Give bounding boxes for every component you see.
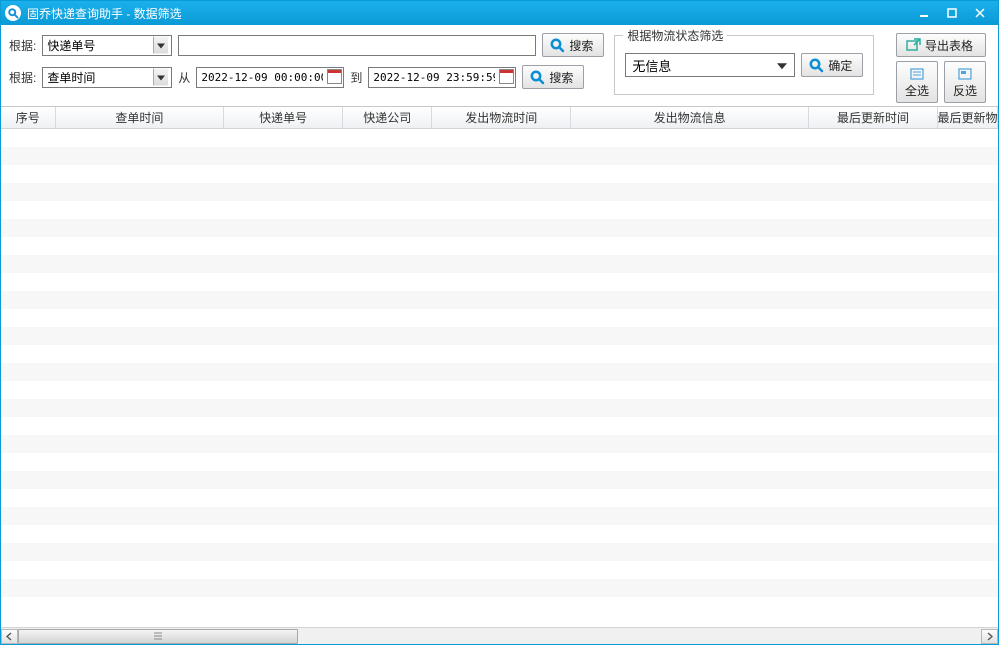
to-label: 到 [350,69,362,86]
from-label: 从 [178,69,190,86]
table-row [1,525,998,543]
scrollbar-track[interactable] [18,629,981,644]
search-button-label: 搜索 [569,37,593,54]
col-index[interactable]: 序号 [1,107,56,128]
invert-icon [957,66,973,82]
time-field-select[interactable] [42,67,172,88]
scrollbar-thumb[interactable] [18,629,298,644]
time-search-button[interactable]: 搜索 [522,65,584,89]
status-select[interactable] [625,53,795,77]
table-row [1,543,998,561]
export-button-label: 导出表格 [925,37,973,54]
table-row [1,561,998,579]
titlebar: 固乔快递查询助手 - 数据筛选 [1,1,998,25]
confirm-button[interactable]: 确定 [801,53,863,77]
table-row [1,435,998,453]
table-row [1,381,998,399]
col-lastinfo[interactable]: 最后更新物 [938,107,998,128]
table-row [1,597,998,615]
to-datetime-input[interactable] [368,67,516,88]
table-body [1,129,998,627]
basis-label: 根据: [9,37,36,54]
select-all-button[interactable]: 全选 [896,61,938,103]
select-all-icon [909,66,925,82]
invert-select-button[interactable]: 反选 [944,61,986,103]
table-row [1,579,998,597]
time-search-button-label: 搜索 [549,69,573,86]
table-row [1,255,998,273]
table-row [1,291,998,309]
table-row [1,219,998,237]
table-row [1,237,998,255]
from-datetime-input[interactable] [196,67,344,88]
maximize-icon [946,7,958,19]
col-shiptime[interactable]: 发出物流时间 [432,107,571,128]
scroll-left-button[interactable] [1,629,18,644]
window-title: 固乔快递查询助手 - 数据筛选 [27,5,182,22]
table-row [1,147,998,165]
col-company[interactable]: 快递公司 [343,107,432,128]
filter-toolbar: 根据: 搜索 根据: [1,25,998,107]
table-row [1,471,998,489]
maximize-button[interactable] [938,3,966,23]
search-button[interactable]: 搜索 [542,33,604,57]
close-button[interactable] [966,3,994,23]
confirm-button-label: 确定 [828,57,852,74]
results-table: 序号 查单时间 快递单号 快递公司 发出物流时间 发出物流信息 最后更新时间 最… [1,106,998,627]
table-row [1,309,998,327]
keyword-input[interactable] [178,35,536,56]
search-icon [808,57,824,73]
invert-label: 反选 [953,82,977,99]
table-row [1,273,998,291]
time-basis-label: 根据: [9,69,36,86]
table-row [1,327,998,345]
col-shipinfo[interactable]: 发出物流信息 [571,107,809,128]
search-icon [529,69,545,85]
minimize-button[interactable] [910,3,938,23]
horizontal-scrollbar[interactable] [1,627,998,644]
chevron-left-icon [6,632,13,641]
table-row [1,345,998,363]
table-row [1,363,998,381]
table-row [1,399,998,417]
table-row [1,507,998,525]
table-row [1,201,998,219]
col-lastupd[interactable]: 最后更新时间 [809,107,938,128]
minimize-icon [918,7,930,19]
status-filter-group: 根据物流状态筛选 确定 [614,35,874,95]
table-row [1,453,998,471]
chevron-right-icon [986,632,993,641]
table-row [1,129,998,147]
field-select[interactable] [42,35,172,56]
export-icon [905,37,921,53]
app-icon [5,5,21,21]
table-row [1,165,998,183]
scroll-right-button[interactable] [981,629,998,644]
table-row [1,183,998,201]
table-row [1,489,998,507]
col-trackno[interactable]: 快递单号 [224,107,343,128]
select-all-label: 全选 [905,82,929,99]
close-icon [974,7,986,19]
status-filter-legend: 根据物流状态筛选 [623,27,727,44]
search-icon [549,37,565,53]
table-row [1,417,998,435]
export-button[interactable]: 导出表格 [896,33,986,57]
col-querytime[interactable]: 查单时间 [56,107,225,128]
table-header: 序号 查单时间 快递单号 快递公司 发出物流时间 发出物流信息 最后更新时间 最… [1,107,998,129]
